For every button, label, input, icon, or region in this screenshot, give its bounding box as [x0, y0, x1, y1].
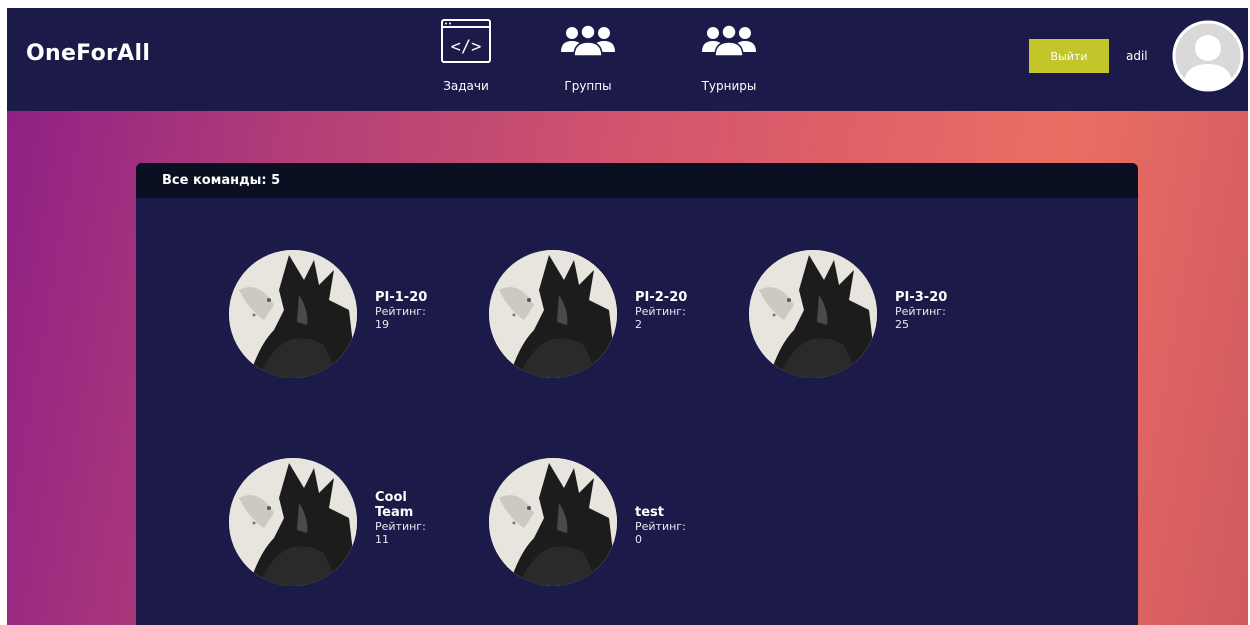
team-rating-label: Рейтинг: — [635, 520, 686, 533]
team-card[interactable]: test Рейтинг: 0 — [489, 458, 729, 588]
nav-item-groups[interactable]: Группы — [553, 16, 623, 101]
team-rating-value: 11 — [375, 533, 389, 546]
team-avatar-image — [229, 250, 357, 378]
team-avatar-image — [229, 458, 357, 586]
team-avatar-image — [489, 250, 617, 378]
code-window-icon: </> — [441, 19, 491, 63]
team-info: test Рейтинг: 0 — [635, 505, 695, 546]
team-card[interactable]: PI-1-20 Рейтинг: 19 — [229, 250, 469, 380]
team-info: PI-3-20 Рейтинг: 25 — [895, 290, 955, 331]
svg-text:</>: </> — [451, 37, 482, 57]
username-label[interactable]: adil — [1126, 49, 1148, 63]
team-rating-value: 25 — [895, 318, 909, 331]
nav-label-tasks: Задачи — [443, 79, 489, 93]
team-avatar-image — [749, 250, 877, 378]
nav-label-tournaments: Турниры — [701, 79, 757, 93]
team-info: PI-2-20 Рейтинг: 2 — [635, 290, 695, 331]
user-avatar-icon[interactable] — [1172, 20, 1244, 92]
logout-button[interactable]: Выйти — [1029, 39, 1109, 73]
app-frame: OneForAll </> Задачи Группы Турниры Выйт… — [7, 8, 1248, 625]
team-name: PI-2-20 — [635, 290, 688, 305]
team-card[interactable]: PI-3-20 Рейтинг: 25 — [749, 250, 989, 380]
top-navbar: OneForAll </> Задачи Группы Турниры Выйт… — [7, 8, 1248, 111]
group-people-icon — [702, 24, 756, 57]
team-rating-value: 19 — [375, 318, 389, 331]
teams-panel: Все команды: 5 PI-1-20 Рейтинг: 19 PI-2-… — [136, 163, 1138, 625]
team-info: PI-1-20 Рейтинг: 19 — [375, 290, 435, 331]
team-avatar-image — [489, 458, 617, 586]
team-rating-value: 2 — [635, 318, 642, 331]
nav-label-groups: Группы — [564, 79, 612, 93]
panel-header: Все команды: 5 — [136, 163, 1138, 198]
team-rating-value: 0 — [635, 533, 642, 546]
team-name: PI-3-20 — [895, 290, 948, 305]
team-rating-label: Рейтинг: — [895, 305, 946, 318]
team-rating-label: Рейтинг: — [635, 305, 686, 318]
nav-item-tasks[interactable]: </> Задачи — [431, 16, 501, 101]
nav-item-tournaments[interactable]: Турниры — [691, 16, 767, 101]
team-rating-label: Рейтинг: — [375, 520, 426, 533]
panel-title: Все команды: 5 — [162, 173, 281, 188]
brand-logo[interactable]: OneForAll — [26, 41, 150, 66]
group-people-icon — [561, 24, 615, 57]
team-card[interactable]: Cool Team Рейтинг: 11 — [229, 458, 469, 588]
team-name: Cool Team — [375, 490, 414, 520]
team-rating-label: Рейтинг: — [375, 305, 426, 318]
team-name: PI-1-20 — [375, 290, 428, 305]
team-info: Cool Team Рейтинг: 11 — [375, 490, 435, 546]
team-card[interactable]: PI-2-20 Рейтинг: 2 — [489, 250, 729, 380]
team-name: test — [635, 505, 664, 520]
